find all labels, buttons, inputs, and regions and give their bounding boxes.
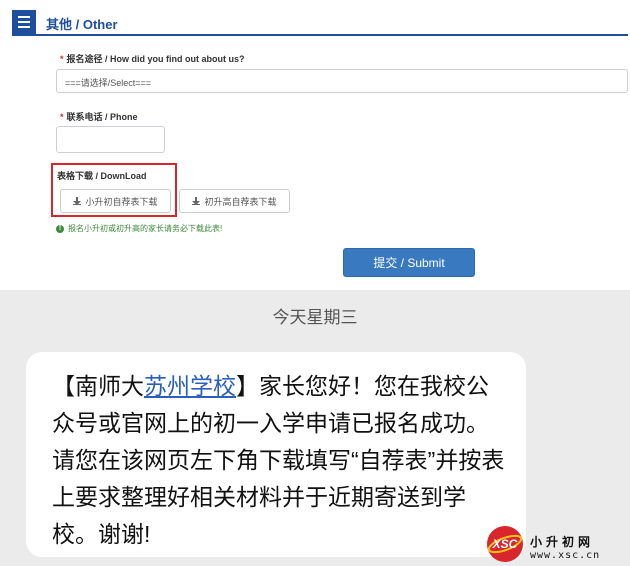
xsc-logo-icon: XSC xyxy=(487,526,523,562)
download-secondary-label: 初升高自荐表下载 xyxy=(204,196,277,207)
info-icon: ! xyxy=(56,224,64,233)
download-primary-button[interactable]: 小升初自荐表下载 xyxy=(60,189,171,213)
required-mark: * xyxy=(60,112,64,122)
message-prefix: 【南师大 xyxy=(52,373,144,399)
menu-icon[interactable] xyxy=(12,10,36,34)
source-select[interactable]: ===请选择/Select=== xyxy=(56,69,628,93)
section-title: 其他 / Other xyxy=(46,17,118,32)
phone-label-text: 联系电话 / Phone xyxy=(66,112,138,122)
required-mark: * xyxy=(60,54,64,64)
chat-date: 今天星期三 xyxy=(272,308,358,327)
notice-text: 报名小升初或初升高的家长请务必下载此表! xyxy=(68,224,223,233)
download-notice: ! 报名小升初或初升高的家长请务必下载此表! xyxy=(56,223,222,234)
watermark-url: www.xsc.cn xyxy=(530,550,601,561)
form-area: 其他 / Other * 报名途径 / How did you find out … xyxy=(0,0,630,290)
xsc-logo-text: XSC xyxy=(492,537,518,551)
download-icon xyxy=(73,197,82,205)
download-label: 表格下载 / DownLoad xyxy=(57,171,147,181)
section-header: 其他 / Other xyxy=(12,10,628,36)
message-bubble: 【南师大苏州学校】家长您好！您在我校公众号或官网上的初一入学申请已报名成功。请您… xyxy=(26,352,526,557)
message-suffix: 】家长您好！您在我校公众号或官网上的初一入学申请已报名成功。请您在该网页左下角下… xyxy=(52,373,505,547)
message-link[interactable]: 苏州学校 xyxy=(144,373,236,399)
phone-input[interactable] xyxy=(56,126,165,153)
download-secondary-button[interactable]: 初升高自荐表下载 xyxy=(179,189,290,213)
phone-label: * 联系电话 / Phone xyxy=(60,110,138,123)
chat-area: 今天星期三 【南师大苏州学校】家长您好！您在我校公众号或官网上的初一入学申请已报… xyxy=(0,290,630,566)
download-icon xyxy=(192,197,201,205)
download-primary-label: 小升初自荐表下载 xyxy=(85,196,158,207)
source-label-text: 报名途径 / How did you find out about us? xyxy=(66,54,245,64)
submit-button[interactable]: 提交 / Submit xyxy=(343,248,475,277)
watermark-title: 小升初网 xyxy=(530,535,595,549)
source-label: * 报名途径 / How did you find out about us? xyxy=(60,52,245,65)
